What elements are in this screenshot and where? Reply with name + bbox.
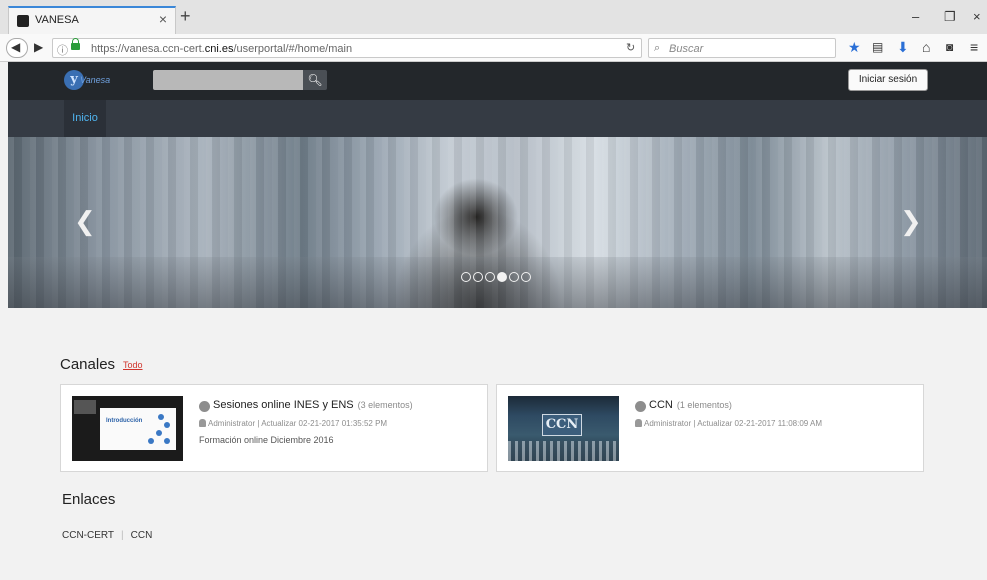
channel-thumbnail[interactable]: CCN: [508, 396, 619, 461]
channel-description: Formación online Diciembre 2016: [199, 435, 334, 445]
slide-title: Introducción: [106, 418, 143, 424]
channel-card[interactable]: CCN CCN (1 elementos) Administrator | Act…: [496, 384, 924, 472]
reload-icon[interactable]: ↻: [626, 41, 635, 54]
carousel-dot[interactable]: [509, 272, 519, 282]
menu-icon[interactable]: ≡: [970, 39, 978, 55]
channel-card[interactable]: Introducción Sesiones online INES y ENS(…: [60, 384, 488, 472]
url-text: https://vanesa.ccn-cert.cni.es/userporta…: [91, 43, 353, 55]
site-header: y Vanesa 🔍︎ Iniciar sesión: [8, 62, 987, 100]
slide-dot: [148, 438, 154, 444]
close-window-icon[interactable]: ×: [973, 9, 981, 24]
browser-tab-bar: VANESA × + – ❐ ×: [0, 0, 987, 34]
search-icon: 🔍︎: [307, 73, 323, 87]
slide-dot: [156, 430, 162, 436]
carousel-prev-icon[interactable]: ❮: [74, 207, 96, 237]
globe-icon: [635, 401, 646, 412]
restore-icon[interactable]: ❐: [944, 9, 956, 25]
slide-dot: [164, 438, 170, 444]
lock-icon: [71, 38, 80, 50]
carousel-dot[interactable]: [521, 272, 531, 282]
home-icon[interactable]: ⌂: [922, 39, 930, 55]
url-bar[interactable]: ⓘ https://vanesa.ccn-cert.cni.es/userpor…: [52, 38, 642, 58]
bookmark-star-icon[interactable]: ★: [848, 39, 861, 56]
channel-thumbnail[interactable]: Introducción: [72, 396, 183, 461]
site-search-input[interactable]: [153, 70, 303, 90]
login-button[interactable]: Iniciar sesión: [848, 69, 928, 91]
globe-icon: [199, 401, 210, 412]
vanesa-logo[interactable]: y Vanesa: [64, 70, 116, 92]
reading-list-icon[interactable]: ▤: [872, 40, 883, 54]
back-button[interactable]: ◀: [6, 38, 28, 58]
search-icon: ⌕: [654, 42, 661, 54]
browser-search-input[interactable]: ⌕ Buscar: [648, 38, 836, 58]
channel-count: (1 elementos): [676, 400, 732, 410]
main-nav: Inicio: [8, 100, 987, 137]
search-placeholder: Buscar: [669, 43, 704, 55]
carousel-dot[interactable]: [485, 272, 495, 282]
download-icon[interactable]: ⬇: [897, 39, 909, 56]
channel-count: (3 elementos): [357, 400, 413, 410]
minimize-icon[interactable]: –: [912, 9, 919, 24]
enlaces-heading: Enlaces: [62, 491, 116, 508]
hero-image-street: [8, 257, 987, 308]
slide-dot: [158, 414, 164, 420]
hero-carousel: ❮ ❯: [8, 137, 987, 308]
close-tab-icon[interactable]: ×: [159, 11, 167, 27]
slide-dot: [164, 422, 170, 428]
channel-meta: Administrator | Actualizar 02-21-2017 11…: [635, 419, 822, 428]
slide-preview: Introducción: [100, 408, 176, 450]
forward-arrow-icon[interactable]: ▶: [34, 40, 43, 54]
ccn-logo: CCN: [542, 414, 582, 436]
carousel-indicators: [461, 269, 533, 282]
site-favicon-icon: [17, 15, 29, 27]
link-ccn-cert[interactable]: CCN-CERT: [62, 530, 114, 541]
nav-item-inicio[interactable]: Inicio: [64, 100, 106, 137]
search-button[interactable]: 🔍︎: [303, 70, 327, 90]
carousel-dot-active[interactable]: [497, 272, 507, 282]
link-separator: |: [121, 530, 124, 541]
user-icon: [199, 419, 206, 427]
user-icon: [635, 419, 642, 427]
todo-link[interactable]: Todo: [123, 360, 143, 370]
video-speaker-thumb: [74, 400, 96, 414]
tab-title: VANESA: [35, 14, 79, 26]
carousel-next-icon[interactable]: ❯: [900, 207, 922, 237]
carousel-dot[interactable]: [461, 272, 471, 282]
main-content: Canales Todo Introducción Sesiones onlin…: [8, 308, 987, 580]
info-icon[interactable]: ⓘ: [57, 42, 68, 58]
logo-text: Vanesa: [80, 75, 111, 85]
back-arrow-icon: ◀: [11, 40, 21, 54]
new-tab-button[interactable]: +: [180, 7, 191, 25]
pocket-icon[interactable]: ◙: [946, 40, 953, 54]
channel-title[interactable]: Sesiones online INES y ENS (3 elementos): [213, 399, 413, 411]
enlaces-links: CCN-CERT | CCN: [62, 530, 152, 541]
building-image: [508, 441, 619, 461]
channel-meta: Administrator | Actualizar 02-21-2017 01…: [199, 419, 387, 428]
channel-title[interactable]: CCN (1 elementos): [649, 399, 732, 411]
browser-toolbar: ◀ ▶ ⓘ https://vanesa.ccn-cert.cni.es/use…: [0, 34, 987, 62]
browser-tab[interactable]: VANESA ×: [8, 6, 176, 34]
link-ccn[interactable]: CCN: [131, 530, 153, 541]
carousel-dot[interactable]: [473, 272, 483, 282]
canales-heading: Canales: [60, 356, 116, 373]
